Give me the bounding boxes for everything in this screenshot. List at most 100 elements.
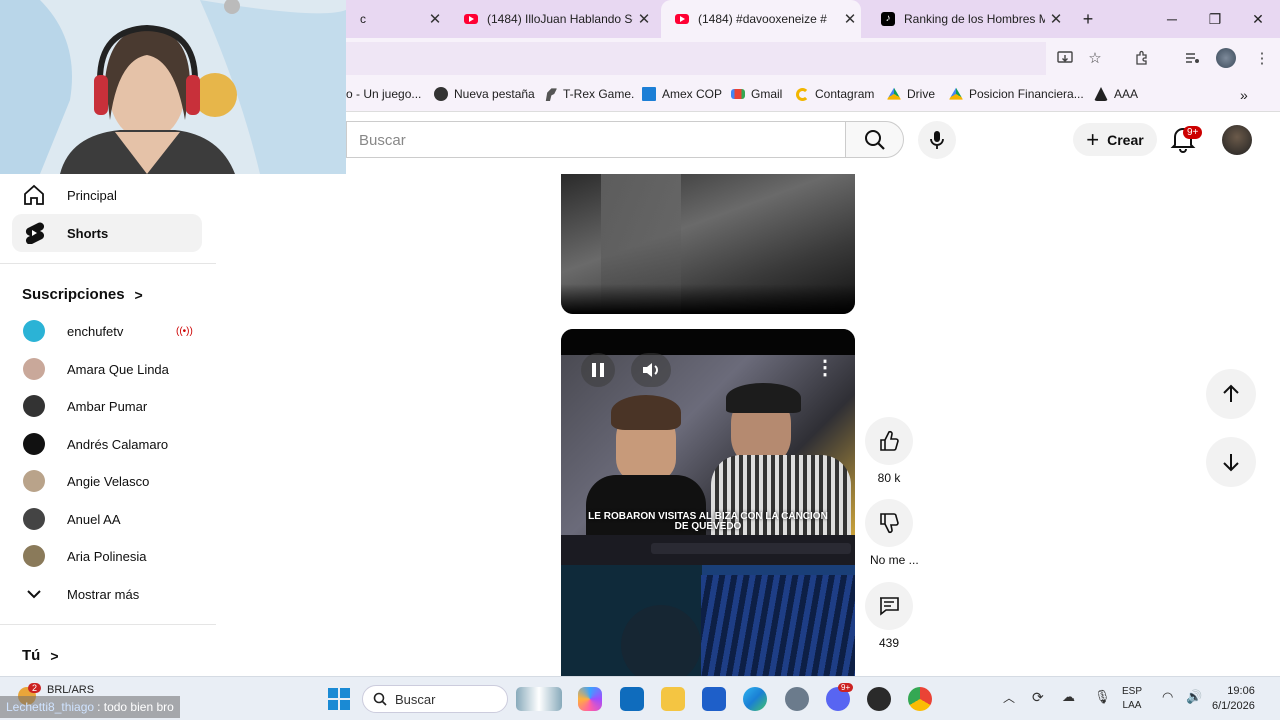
speaker-icon[interactable]: 🔊 (1186, 689, 1202, 705)
new-tab-button[interactable]: + (1066, 0, 1110, 38)
app-icon[interactable] (867, 687, 891, 711)
taskbar-search[interactable]: Buscar (362, 685, 508, 713)
settings-gear-icon[interactable] (785, 687, 809, 711)
bookmark-item[interactable]: Contagram (796, 87, 874, 101)
more-bookmarks-icon[interactable]: » (1240, 87, 1248, 103)
bookmark-item[interactable]: Gmail (731, 87, 782, 101)
more-options-icon[interactable]: ⋮ (813, 355, 837, 385)
extensions-icon[interactable] (1130, 46, 1154, 70)
channel-name: Anuel AA (67, 511, 121, 527)
tab-title: Ranking de los Hombres Má (904, 12, 1045, 26)
clock[interactable]: 19:06 6/1/2026 (1212, 684, 1255, 714)
sidebar-item-channel[interactable]: Anuel AA (12, 500, 202, 538)
sidebar-item-channel[interactable]: Angie Velasco (12, 462, 202, 500)
channel-name: Ambar Pumar (67, 398, 148, 414)
previous-short-button[interactable] (1206, 369, 1256, 419)
browser-tab[interactable]: ♪ Ranking de los Hombres Má ✕ (867, 0, 1067, 38)
channel-avatar (12, 358, 56, 380)
bookmark-item[interactable]: T-Rex Game. (543, 87, 634, 101)
volume-button[interactable] (631, 353, 671, 387)
show-more-button[interactable]: Mostrar más (12, 575, 202, 613)
minimize-button[interactable]: ─ (1150, 0, 1194, 38)
account-avatar[interactable] (1222, 125, 1252, 155)
pause-button[interactable] (581, 353, 615, 387)
chevron-right-icon: > (134, 286, 143, 303)
chevron-up-icon[interactable]: ︿ (1003, 689, 1015, 706)
bookmark-label: AAA (1114, 87, 1139, 101)
search-button[interactable] (845, 121, 904, 158)
close-tab-icon[interactable]: ✕ (633, 10, 655, 28)
language-indicator[interactable]: ESP LAA (1122, 685, 1142, 713)
sidebar-item-channel[interactable]: Andrés Calamaro (12, 425, 202, 463)
drive-icon (949, 87, 963, 100)
globe-icon (434, 87, 448, 101)
create-label: Crear (1107, 131, 1144, 148)
dislike-label: No me ... (870, 553, 919, 567)
you-section-header[interactable]: Tú > (22, 647, 59, 664)
profile-avatar-icon[interactable] (1214, 46, 1238, 70)
close-tab-icon[interactable]: ✕ (424, 10, 446, 28)
bookmark-item[interactable]: Amex COP (642, 87, 722, 101)
microphone-icon[interactable]: 🎙 (1094, 689, 1111, 705)
chevron-right-icon: > (50, 647, 59, 664)
language-code: ESP (1122, 686, 1143, 697)
comments-button[interactable]: 439 (859, 582, 919, 650)
copilot-icon[interactable] (578, 687, 602, 711)
sidebar-item-channel[interactable]: Ambar Pumar (12, 387, 202, 425)
bookmark-item[interactable]: Drive (887, 87, 935, 101)
media-control-icon[interactable] (1180, 46, 1204, 70)
bookmark-item[interactable]: o - Un juego... (346, 87, 421, 101)
plus-icon: + (1086, 126, 1100, 152)
search-input[interactable]: Buscar (359, 132, 406, 149)
install-app-icon[interactable] (1053, 46, 1077, 70)
sidebar-divider (0, 624, 216, 625)
browser-tab-active[interactable]: (1484) #davooxeneize # ✕ (661, 0, 861, 38)
sidebar-item-channel[interactable]: enchufetv ((•)) (12, 312, 202, 350)
sync-icon[interactable]: ⟳ (1032, 689, 1044, 706)
file-explorer-icon[interactable] (661, 687, 685, 711)
cloud-icon[interactable]: ☁ (1062, 689, 1075, 705)
bookmark-item[interactable]: Posicion Financiera... (949, 87, 1084, 101)
chat-message: : todo bien bro (97, 700, 174, 714)
like-button[interactable]: 80 k (859, 417, 919, 485)
next-short-button[interactable] (1206, 437, 1256, 487)
edge-icon[interactable] (743, 687, 767, 711)
sidebar-item-channel[interactable]: Aria Polinesia (12, 537, 202, 575)
maximize-button[interactable]: ❐ (1193, 0, 1237, 38)
browser-tab[interactable]: (1484) IlloJuan Hablando So ✕ (450, 0, 655, 38)
close-window-button[interactable]: ✕ (1236, 0, 1280, 38)
sidebar-item-label: Principal (67, 187, 117, 203)
clock-date: 6/1/2026 (1212, 700, 1255, 712)
subscriptions-header[interactable]: Suscripciones > (22, 286, 143, 303)
close-tab-icon[interactable]: ✕ (1045, 10, 1067, 28)
voice-search-button[interactable] (918, 121, 956, 159)
news-widget-icon[interactable] (516, 687, 562, 711)
show-more-label: Mostrar más (67, 586, 140, 602)
windows-start-icon[interactable] (328, 688, 350, 710)
omnibox[interactable] (346, 42, 1046, 75)
sidebar-item-home[interactable]: Principal (12, 176, 202, 214)
outlook-icon[interactable] (620, 687, 644, 711)
shorts-icon (12, 222, 56, 244)
aaa-icon (1094, 87, 1108, 101)
previous-short-video[interactable] (561, 174, 855, 314)
dislike-button[interactable]: No me ... (859, 499, 931, 567)
taskbar-search-label: Buscar (395, 691, 436, 707)
bookmark-item[interactable]: Nueva pestaña (434, 87, 535, 101)
browser-menu-icon[interactable]: ⋮ (1250, 46, 1274, 70)
close-tab-icon[interactable]: ✕ (839, 10, 861, 28)
browser-tab[interactable]: c ✕ (346, 0, 446, 38)
chrome-icon[interactable] (908, 687, 932, 711)
wifi-icon[interactable]: ◠ (1162, 689, 1173, 705)
arrow-down-icon (1223, 454, 1239, 472)
sidebar-item-channel[interactable]: Amara Que Linda (12, 350, 202, 388)
search-box[interactable]: Buscar (346, 121, 846, 158)
sidebar-item-shorts[interactable]: Shorts (12, 214, 202, 252)
bookmark-item[interactable]: AAA (1094, 87, 1138, 101)
current-short-video[interactable]: LE ROBARON VISITAS AL BIZA CON LA CANCIO… (561, 329, 855, 676)
contagram-icon (796, 87, 809, 101)
create-button[interactable]: + Crear (1073, 123, 1157, 156)
you-title: Tú (22, 647, 41, 664)
bookmark-star-icon[interactable]: ☆ (1083, 46, 1107, 70)
store-icon[interactable] (702, 687, 726, 711)
